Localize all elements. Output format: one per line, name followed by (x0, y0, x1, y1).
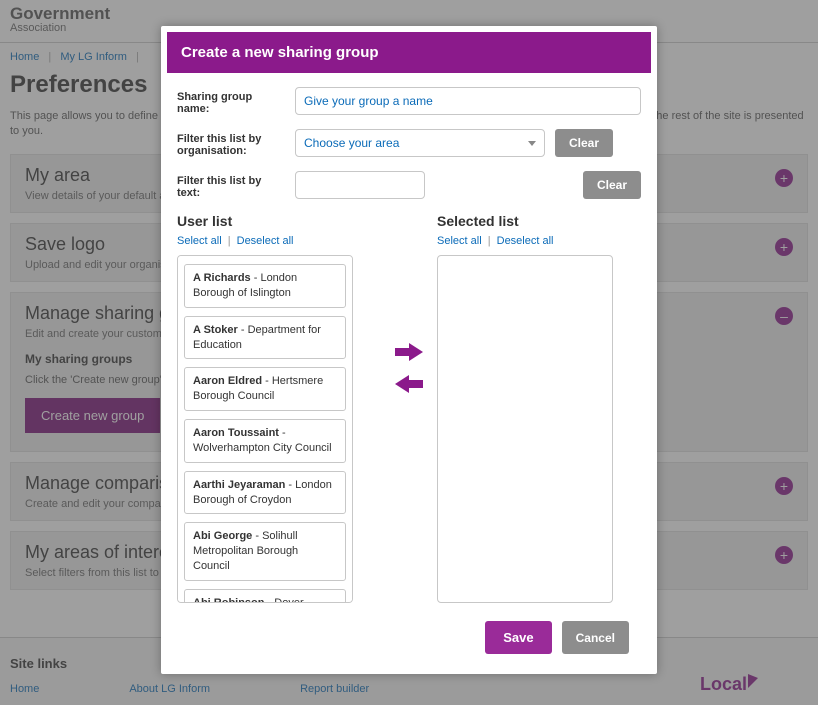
move-right-icon[interactable] (395, 343, 423, 361)
label-filter-text: Filter this list by text: (177, 171, 285, 199)
chevron-down-icon (528, 141, 536, 146)
user-deselect-all[interactable]: Deselect all (237, 235, 294, 247)
group-name-input[interactable] (295, 87, 641, 115)
save-button[interactable]: Save (485, 621, 551, 654)
filter-text-input[interactable] (295, 171, 425, 199)
user-list-item[interactable]: Abi Robinson - Dover (184, 589, 346, 603)
selected-select-all[interactable]: Select all (437, 235, 482, 247)
selected-deselect-all[interactable]: Deselect all (497, 235, 554, 247)
create-sharing-group-modal: Create a new sharing group Sharing group… (161, 26, 657, 674)
selected-list-column: Selected list Select all | Deselect all (437, 213, 641, 603)
user-list-column: User list Select all | Deselect all A Ri… (177, 213, 381, 603)
selected-list-title: Selected list (437, 213, 641, 229)
dual-list-picker: User list Select all | Deselect all A Ri… (177, 213, 641, 603)
clear-org-button[interactable]: Clear (555, 129, 613, 157)
user-select-all[interactable]: Select all (177, 235, 222, 247)
user-list-item[interactable]: Aaron Eldred - Hertsmere Borough Council (184, 367, 346, 411)
user-listbox[interactable]: A Richards - London Borough of Islington… (177, 255, 353, 603)
area-select[interactable]: Choose your area (295, 129, 545, 157)
move-left-icon[interactable] (395, 375, 423, 393)
modal-title: Create a new sharing group (167, 32, 651, 73)
label-group-name: Sharing group name: (177, 87, 285, 115)
cancel-button[interactable]: Cancel (562, 621, 629, 654)
area-select-value: Choose your area (304, 136, 399, 150)
user-list-item[interactable]: Aarthi Jeyaraman - London Borough of Cro… (184, 471, 346, 515)
user-list-item[interactable]: Aaron Toussaint - Wolverhampton City Cou… (184, 419, 346, 463)
user-list-title: User list (177, 213, 381, 229)
transfer-arrows (395, 213, 423, 393)
user-list-item[interactable]: A Richards - London Borough of Islington (184, 264, 346, 308)
clear-text-button[interactable]: Clear (583, 171, 641, 199)
selected-listbox[interactable] (437, 255, 613, 603)
user-list-item[interactable]: A Stoker - Department for Education (184, 316, 346, 360)
user-list-item[interactable]: Abi George - Solihull Metropolitan Borou… (184, 522, 346, 581)
label-filter-org: Filter this list by organisation: (177, 129, 285, 157)
